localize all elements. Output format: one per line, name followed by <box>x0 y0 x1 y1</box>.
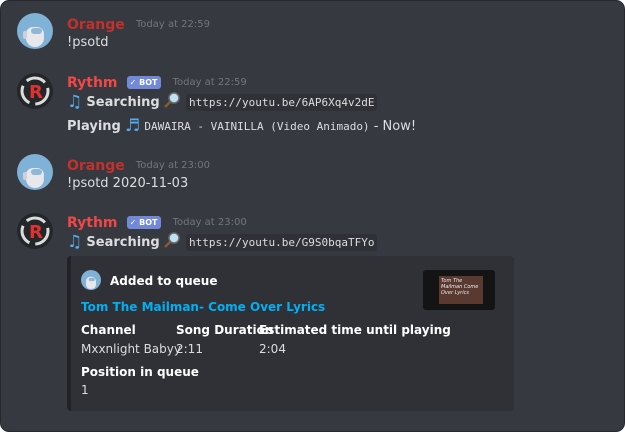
svg-text:R: R <box>29 222 43 243</box>
message-content: !psotd 2020-11-03 <box>67 176 189 191</box>
bot-badge: ✓ BOT <box>126 216 162 229</box>
magnifier-icon <box>163 92 182 108</box>
timestamp: Today at 22:59 <box>135 19 210 30</box>
username[interactable]: Orange <box>67 158 125 174</box>
timestamp: Today at 22:59 <box>172 77 247 88</box>
now-suffix: - Now! <box>369 119 417 134</box>
embed-author-avatar <box>81 270 101 290</box>
crewmate-icon <box>23 27 44 47</box>
message-content: ♫ Searching https://youtu.be/6AP6Xq4v2dE <box>67 92 378 112</box>
timestamp: Today at 23:00 <box>135 160 210 171</box>
svg-text:R: R <box>29 82 43 103</box>
search-url: https://youtu.be/6AP6Xq4v2dE <box>186 94 378 111</box>
bot-badge: ✓ BOT <box>126 76 162 89</box>
embed-title-link[interactable]: Tom The Mailman- Come Over Lyrics <box>81 300 325 314</box>
rythm-logo-icon: R <box>20 216 50 246</box>
field-value: 1 <box>81 383 89 397</box>
timestamp: Today at 23:00 <box>172 217 247 228</box>
music-note-icon: ♫ <box>67 232 83 252</box>
embed-thumbnail[interactable]: Tom The Mailman Come Over Lyrics <box>423 270 495 310</box>
field-name: Estimated time until playing <box>259 323 451 337</box>
avatar[interactable] <box>17 154 53 190</box>
playing-label: Playing <box>67 119 121 134</box>
field-value: 2:11 <box>176 342 203 356</box>
queue-embed: Added to queue Tom The Mailman- Come Ove… <box>67 256 514 411</box>
crewmate-icon <box>23 168 44 188</box>
avatar[interactable] <box>17 13 53 49</box>
message-content: !psotd <box>67 35 109 50</box>
searching-label: Searching <box>86 235 160 250</box>
message-content: Playing ♬ DAWAIRA - VAINILLA (Video Anim… <box>67 116 416 136</box>
avatar[interactable]: R <box>17 73 53 109</box>
thumbnail-caption: Tom The Mailman Come Over Lyrics <box>441 278 479 296</box>
field-name: Channel <box>81 323 136 337</box>
music-notes-icon: ♬ <box>125 116 141 136</box>
searching-label: Searching <box>86 95 160 110</box>
username[interactable]: Orange <box>67 17 125 33</box>
search-url: https://youtu.be/G9S0bqaTFYo <box>186 234 378 251</box>
rythm-logo-icon: R <box>20 76 50 106</box>
embed-author: Added to queue <box>110 274 218 288</box>
field-value: Mxxnlight Babyy <box>81 342 181 356</box>
music-note-icon: ♫ <box>67 92 83 112</box>
crewmate-icon <box>86 276 96 289</box>
message-content: ♫ Searching https://youtu.be/G9S0bqaTFYo <box>67 232 378 252</box>
field-name: Position in queue <box>81 365 199 379</box>
username[interactable]: Rythm <box>67 215 118 231</box>
avatar[interactable]: R <box>17 213 53 249</box>
field-value: 2:04 <box>259 342 286 356</box>
username[interactable]: Rythm <box>67 75 118 91</box>
chat-window: Orange Today at 22:59 !psotd R Rythm ✓ B… <box>0 0 625 432</box>
track-name: DAWAIRA - VAINILLA (Video Animado) <box>144 120 370 133</box>
magnifier-icon <box>163 232 182 248</box>
